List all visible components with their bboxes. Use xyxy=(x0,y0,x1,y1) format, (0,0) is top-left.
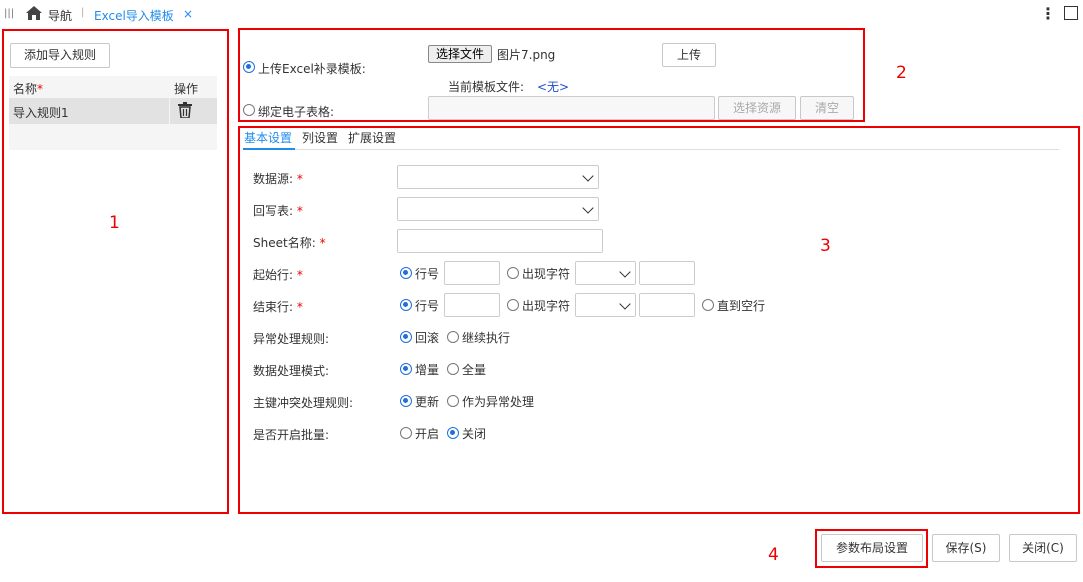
end-row-until-empty-label: 直到空行 xyxy=(717,299,766,313)
end-row-number-input[interactable] xyxy=(444,293,500,317)
table-row-ops xyxy=(170,98,217,124)
upload-excel-radio[interactable] xyxy=(243,61,255,73)
annotation-marker-3: 3 xyxy=(820,236,831,256)
annotation-marker-2: 2 xyxy=(896,63,907,83)
end-row-by-char-label: 出现字符 xyxy=(522,299,571,313)
choose-resource-button[interactable]: 选择资源 xyxy=(718,96,796,120)
menu-grip-icon[interactable]: ||| xyxy=(4,8,14,19)
save-button[interactable]: 保存(S) xyxy=(932,534,1000,562)
annotation-marker-1: 1 xyxy=(109,213,120,233)
chevron-down-icon xyxy=(582,170,594,182)
sheet-name-label: Sheet名称: * xyxy=(253,236,326,250)
batch-on-radio[interactable] xyxy=(400,427,412,439)
as-error-label: 作为异常处理 xyxy=(462,395,535,409)
continue-radio[interactable] xyxy=(447,331,459,343)
rule-name: 导入规则1 xyxy=(13,106,69,120)
incremental-radio[interactable] xyxy=(400,363,412,375)
rollback-label: 回滚 xyxy=(415,331,440,345)
batch-off-label: 关闭 xyxy=(462,427,487,441)
start-row-number-input[interactable] xyxy=(444,261,500,285)
close-button[interactable]: 关闭(C) xyxy=(1009,534,1077,562)
full-radio[interactable] xyxy=(447,363,459,375)
top-bar: ||| 导航 | Excel导入模板 × ⋮ xyxy=(0,0,1083,28)
start-row-by-char-radio[interactable] xyxy=(507,267,519,279)
full-label: 全量 xyxy=(462,363,487,377)
end-row-label: 结束行: * xyxy=(253,300,303,314)
upload-button[interactable]: 上传 xyxy=(662,43,716,67)
upload-excel-label: 上传Excel补录模板: xyxy=(258,62,366,76)
more-options-icon[interactable]: ⋮ xyxy=(1040,4,1056,23)
annotation-marker-4: 4 xyxy=(768,545,779,565)
active-tab-indicator xyxy=(243,148,295,150)
clear-button[interactable]: 清空 xyxy=(800,96,854,120)
sheet-name-input[interactable] xyxy=(397,229,603,253)
selected-file-name: 图片7.png xyxy=(497,48,556,62)
current-template-label: 当前模板文件: xyxy=(448,80,525,94)
pk-conflict-label: 主键冲突处理规则: xyxy=(253,396,354,410)
param-layout-button[interactable]: 参数布局设置 xyxy=(821,534,923,562)
bind-sheet-label: 绑定电子表格: xyxy=(258,105,335,119)
column-header-name: 名称* xyxy=(13,82,44,96)
rules-table: 名称* 操作 导入规则1 xyxy=(9,76,217,150)
close-tab-icon[interactable]: × xyxy=(183,7,193,21)
data-mode-label: 数据处理模式: xyxy=(253,364,330,378)
batch-label: 是否开启批量: xyxy=(253,428,330,442)
delete-icon[interactable] xyxy=(178,102,192,118)
start-row-by-number-radio[interactable] xyxy=(400,267,412,279)
tab-column-settings[interactable]: 列设置 xyxy=(302,129,338,146)
add-import-rule-button[interactable]: 添加导入规则 xyxy=(10,43,110,68)
tab-divider xyxy=(243,149,1059,150)
bind-sheet-radio[interactable] xyxy=(243,104,255,116)
update-label: 更新 xyxy=(415,395,440,409)
continue-label: 继续执行 xyxy=(462,331,511,345)
batch-off-radio[interactable] xyxy=(447,427,459,439)
writeback-table-select[interactable] xyxy=(397,197,599,221)
choose-file-button[interactable]: 选择文件 xyxy=(428,45,492,63)
table-row[interactable]: 导入规则1 xyxy=(9,98,169,124)
end-row-char-select[interactable] xyxy=(575,293,636,317)
end-row-until-empty-radio[interactable] xyxy=(702,299,714,311)
incremental-label: 增量 xyxy=(415,363,440,377)
tab-separator: | xyxy=(81,7,85,18)
home-icon[interactable] xyxy=(26,6,42,20)
column-header-ops: 操作 xyxy=(174,82,199,96)
datasource-label: 数据源: * xyxy=(253,172,303,186)
current-template-value: <无> xyxy=(537,80,570,94)
chevron-down-icon xyxy=(619,266,631,278)
datasource-select[interactable] xyxy=(397,165,599,189)
rollback-radio[interactable] xyxy=(400,331,412,343)
update-radio[interactable] xyxy=(400,395,412,407)
end-row-by-char-radio[interactable] xyxy=(507,299,519,311)
start-row-char-input[interactable] xyxy=(639,261,695,285)
error-rule-label: 异常处理规则: xyxy=(253,332,330,346)
writeback-table-label: 回写表: * xyxy=(253,204,303,218)
start-row-by-number-label: 行号 xyxy=(415,267,440,281)
tab-excel-import-template[interactable]: Excel导入模板 xyxy=(94,7,174,24)
chevron-down-icon xyxy=(582,202,594,214)
end-row-by-number-radio[interactable] xyxy=(400,299,412,311)
start-row-char-select[interactable] xyxy=(575,261,636,285)
maximize-icon[interactable] xyxy=(1064,6,1078,20)
tab-basic-settings[interactable]: 基本设置 xyxy=(244,129,292,146)
settings-panel xyxy=(238,126,1080,514)
as-error-radio[interactable] xyxy=(447,395,459,407)
end-row-char-input[interactable] xyxy=(639,293,695,317)
chevron-down-icon xyxy=(619,298,631,310)
nav-tab[interactable]: 导航 xyxy=(48,7,72,24)
end-row-by-number-label: 行号 xyxy=(415,299,440,313)
tab-extended-settings[interactable]: 扩展设置 xyxy=(348,129,396,146)
bound-sheet-field[interactable] xyxy=(428,96,715,120)
batch-on-label: 开启 xyxy=(415,427,440,441)
start-row-label: 起始行: * xyxy=(253,268,303,282)
start-row-by-char-label: 出现字符 xyxy=(522,267,571,281)
